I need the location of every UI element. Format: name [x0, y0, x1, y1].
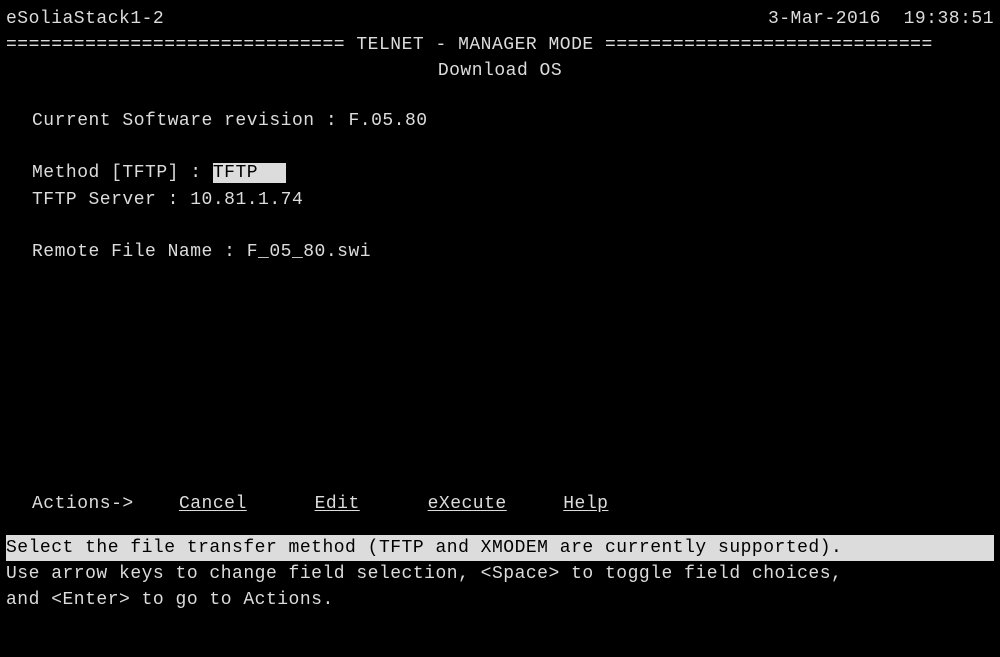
header-date: 3-Mar-2016 [768, 9, 881, 29]
tftp-server-label: TFTP Server : [32, 190, 179, 210]
status-instruction-2: and <Enter> to go to Actions. [6, 587, 994, 613]
status-instruction-1: Use arrow keys to change field selection… [6, 561, 994, 587]
header-time: 19:38:51 [904, 9, 994, 29]
current-software-row: Current Software revision : F.05.80 [32, 108, 994, 134]
help-action[interactable]: Help [563, 494, 608, 514]
title-subtitle: Download OS [6, 58, 994, 84]
actions-menu: Actions-> Cancel Edit eXecute Help [6, 265, 994, 517]
edit-action[interactable]: Edit [315, 494, 360, 514]
hostname: eSoliaStack1-2 [6, 6, 164, 32]
cancel-action[interactable]: Cancel [179, 494, 247, 514]
title-bar: ============================== TELNET - … [6, 32, 994, 58]
execute-action[interactable]: eXecute [428, 494, 507, 514]
title-main: TELNET - MANAGER MODE [345, 35, 605, 55]
tftp-server-value[interactable]: 10.81.1.74 [190, 190, 303, 210]
remote-file-label: Remote File Name : [32, 242, 235, 262]
actions-prefix: Actions-> [32, 494, 134, 514]
remote-file-row[interactable]: Remote File Name : F_05_80.swi [32, 239, 994, 265]
current-software-label: Current Software revision : [32, 111, 337, 131]
form-content: Current Software revision : F.05.80 Meth… [6, 84, 994, 265]
remote-file-value[interactable]: F_05_80.swi [247, 242, 371, 262]
tftp-server-row[interactable]: TFTP Server : 10.81.1.74 [32, 187, 994, 213]
method-label: Method [TFTP] : [32, 163, 202, 183]
datetime: 3-Mar-2016 19:38:51 [768, 6, 994, 32]
method-row[interactable]: Method [TFTP] : TFTP [32, 160, 994, 186]
status-area: Select the file transfer method (TFTP an… [6, 517, 994, 613]
status-highlighted: Select the file transfer method (TFTP an… [6, 535, 994, 561]
method-value[interactable]: TFTP [213, 163, 286, 183]
current-software-value: F.05.80 [348, 111, 427, 131]
